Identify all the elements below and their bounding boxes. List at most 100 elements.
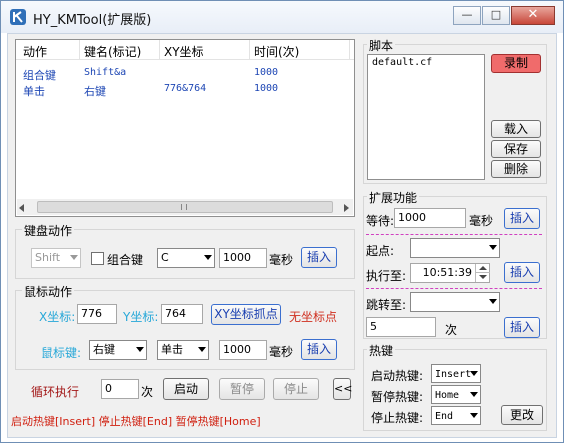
mouse-delay-input[interactable]: 1000 bbox=[219, 340, 267, 360]
key-select[interactable]: Shift bbox=[31, 248, 81, 268]
chevron-down-icon bbox=[204, 255, 212, 260]
wait-input[interactable]: 1000 bbox=[394, 208, 466, 228]
close-button[interactable]: ✕ bbox=[511, 6, 555, 25]
horizontal-scrollbar[interactable] bbox=[17, 199, 353, 215]
stop-hotkey-select[interactable]: End bbox=[431, 406, 481, 425]
wait-unit: 毫秒 bbox=[469, 214, 494, 228]
scroll-left-icon[interactable] bbox=[19, 204, 24, 212]
key-select-value: Shift bbox=[35, 251, 61, 264]
keyboard-delay-unit: 毫秒 bbox=[269, 253, 294, 267]
separator bbox=[366, 288, 542, 289]
keyboard-delay-input[interactable]: 1000 bbox=[219, 248, 267, 268]
keyboard-group-label: 键盘动作 bbox=[22, 222, 75, 239]
row-key: 右键 bbox=[84, 85, 106, 98]
y-coord-label: Y坐标: bbox=[123, 310, 159, 324]
stop-hotkey-value: End bbox=[435, 411, 454, 422]
combo-key-label: 组合键 bbox=[107, 253, 144, 267]
y-coord-input[interactable]: 764 bbox=[161, 304, 203, 324]
exec-insert-button[interactable]: 插入 bbox=[504, 262, 540, 283]
action-list[interactable]: 动作 键名(标记) XY坐标 时间(次) 组合键 Shift&a 1000 单击… bbox=[15, 39, 355, 217]
maximize-button[interactable]: □ bbox=[482, 6, 510, 25]
x-coord-input[interactable]: 776 bbox=[77, 304, 117, 324]
start-hotkey-value: Insert bbox=[435, 369, 472, 380]
jump-to-label: 跳转至: bbox=[366, 298, 407, 312]
combo-key-checkbox[interactable] bbox=[91, 252, 104, 265]
load-button[interactable]: 载入 bbox=[491, 120, 541, 138]
combo-key-select[interactable]: C bbox=[157, 248, 215, 268]
stop-hotkey-label: 停止热键: bbox=[371, 411, 424, 425]
separator bbox=[366, 234, 542, 235]
start-hotkey-label: 启动热键: bbox=[371, 369, 424, 383]
jump-count-input[interactable]: 5 bbox=[366, 317, 436, 337]
no-coord-label: 无坐标点 bbox=[289, 310, 338, 324]
mouse-insert-button[interactable]: 插入 bbox=[301, 339, 337, 360]
scroll-right-icon[interactable] bbox=[344, 204, 349, 212]
loop-count-input[interactable]: 0 bbox=[101, 379, 139, 399]
script-group-label: 脚本 bbox=[367, 37, 396, 54]
chevron-down-icon bbox=[136, 347, 144, 352]
row-time: 1000 bbox=[254, 83, 279, 94]
wait-label: 等待: bbox=[366, 214, 395, 228]
start-hotkey-select[interactable]: Insert bbox=[431, 364, 481, 383]
title-bar[interactable]: HY_KMTool(扩展版) — □ ✕ bbox=[1, 1, 563, 33]
mouse-action-value: 单击 bbox=[161, 343, 183, 356]
script-file-list[interactable]: default.cf bbox=[367, 54, 485, 180]
row-action: 单击 bbox=[23, 85, 45, 98]
save-button[interactable]: 保存 bbox=[491, 140, 541, 158]
hotkey-group-label: 热键 bbox=[367, 342, 396, 359]
column-header-time[interactable]: 时间(次) bbox=[254, 43, 299, 60]
mouse-key-label: 鼠标键: bbox=[41, 346, 82, 360]
keyboard-insert-button[interactable]: 插入 bbox=[301, 247, 337, 268]
stop-button[interactable]: 停止 bbox=[273, 378, 319, 400]
mouse-action-select[interactable]: 单击 bbox=[157, 340, 209, 360]
grip-icon bbox=[181, 204, 187, 210]
capture-xy-button[interactable]: XY坐标抓点 bbox=[211, 304, 281, 325]
time-spinner[interactable] bbox=[475, 264, 490, 282]
script-file-item[interactable]: default.cf bbox=[372, 57, 432, 68]
start-point-select[interactable] bbox=[410, 238, 500, 258]
row-key: Shift&a bbox=[84, 67, 127, 78]
pause-hotkey-select[interactable]: Home bbox=[431, 385, 481, 404]
loop-count-unit: 次 bbox=[141, 385, 154, 399]
collapse-button[interactable]: << bbox=[333, 378, 352, 400]
jump-to-select[interactable] bbox=[410, 292, 500, 312]
list-row[interactable]: 组合键 Shift&a 1000 bbox=[16, 66, 354, 82]
list-row[interactable]: 单击 右键 776&764 1000 bbox=[16, 82, 354, 98]
exec-time-value: 10:51:39 bbox=[422, 266, 472, 279]
wait-insert-button[interactable]: 插入 bbox=[504, 208, 540, 229]
pause-hotkey-value: Home bbox=[435, 390, 460, 401]
row-xy: 776&764 bbox=[164, 83, 207, 94]
record-button[interactable]: 录制 bbox=[491, 54, 541, 73]
column-header-key[interactable]: 键名(标记) bbox=[84, 43, 141, 60]
pause-hotkey-label: 暂停热键: bbox=[371, 390, 424, 404]
change-hotkey-button[interactable]: 更改 bbox=[501, 405, 543, 425]
minimize-button[interactable]: — bbox=[453, 6, 481, 25]
chevron-down-icon bbox=[470, 371, 478, 376]
column-header-action[interactable]: 动作 bbox=[23, 43, 47, 60]
pause-button[interactable]: 暂停 bbox=[219, 378, 265, 400]
app-logo-icon bbox=[10, 9, 26, 25]
x-coord-label: X坐标: bbox=[39, 310, 76, 324]
mouse-group-label: 鼠标动作 bbox=[22, 283, 75, 300]
delete-button[interactable]: 删除 bbox=[491, 160, 541, 178]
chevron-down-icon bbox=[489, 245, 497, 250]
extended-group-label: 扩展功能 bbox=[367, 189, 420, 206]
spin-down-icon[interactable] bbox=[476, 273, 490, 282]
mouse-button-select[interactable]: 右键 bbox=[89, 340, 147, 360]
list-header: 动作 键名(标记) XY坐标 时间(次) bbox=[16, 40, 354, 60]
chevron-down-icon bbox=[70, 255, 78, 260]
window-title: HY_KMTool(扩展版) bbox=[33, 13, 152, 28]
column-header-xy[interactable]: XY坐标 bbox=[164, 43, 204, 60]
start-point-label: 起点: bbox=[366, 244, 395, 258]
app-window: HY_KMTool(扩展版) — □ ✕ 动作 键名(标记) XY坐标 时间(次… bbox=[0, 0, 564, 443]
loop-label: 循环执行 bbox=[31, 385, 80, 399]
spin-up-icon[interactable] bbox=[476, 264, 490, 273]
row-time: 1000 bbox=[254, 67, 279, 78]
chevron-down-icon bbox=[470, 413, 478, 418]
mouse-delay-unit: 毫秒 bbox=[269, 345, 294, 359]
chevron-down-icon bbox=[470, 392, 478, 397]
jump-insert-button[interactable]: 插入 bbox=[504, 317, 540, 338]
status-hotkeys-text: 启动热键[Insert] 停止热键[End] 暂停热键[Home] bbox=[11, 415, 261, 428]
start-button[interactable]: 启动 bbox=[163, 378, 209, 400]
combo-key-value: C bbox=[161, 251, 169, 264]
